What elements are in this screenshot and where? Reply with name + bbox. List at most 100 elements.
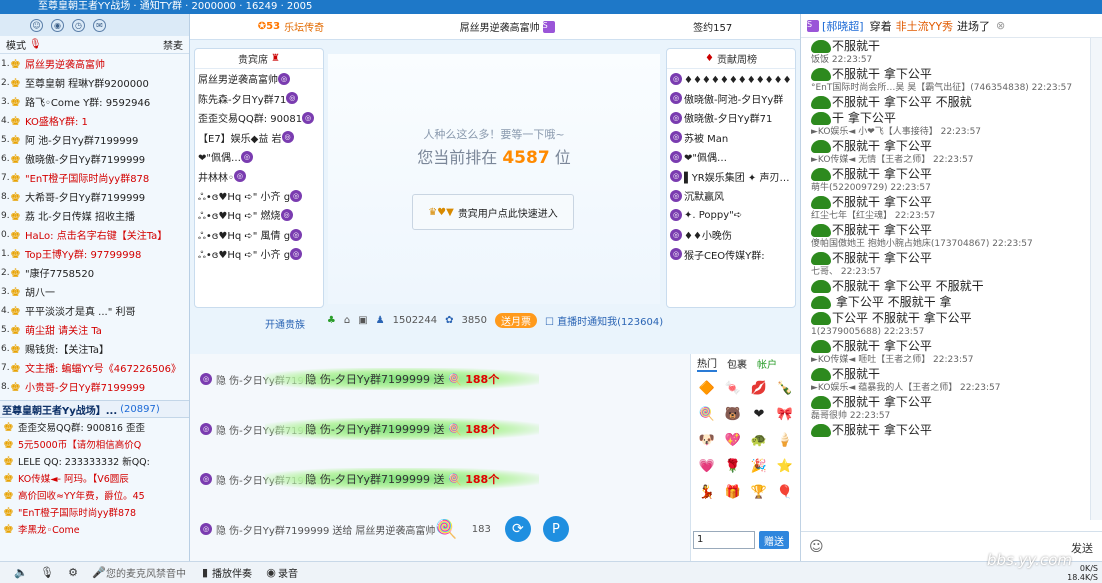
- gift-item-icon[interactable]: 🐻: [723, 404, 743, 424]
- gift-item-icon[interactable]: 🍦: [775, 430, 795, 450]
- vip-seat-row[interactable]: 井林林◦ ◎: [195, 167, 323, 187]
- channel-header[interactable]: 至尊皇朝王者Yy战场】... (20897): [0, 400, 189, 418]
- contribution-row[interactable]: ◎ ✦. Poppy"➪: [667, 206, 795, 226]
- queue-row[interactable]: 8. ♚ 小贵哥-夕日Yy群7199999: [0, 377, 189, 396]
- queue-row[interactable]: 9. ♚ 荔 北-夕日传媒 招收主播: [0, 206, 189, 225]
- vip-seat-row[interactable]: 【E7】娱乐◆益 岩 ◎: [195, 128, 323, 148]
- queue-row[interactable]: 8. ♚ 大希哥-夕日Yy群7199999: [0, 187, 189, 206]
- vip-seat-row[interactable]: ஃ•ɞ♥Hq ➪" 風倩 g ◎: [195, 225, 323, 245]
- queue-row[interactable]: 1. ♚ Top王博Yy群: 97799998: [0, 244, 189, 263]
- gift-item-icon[interactable]: 🎁: [723, 482, 743, 502]
- feed-user[interactable]: 隐 伤-夕日Yy群7199999: [216, 522, 329, 537]
- vip-seat-row[interactable]: ❤"佩偶… ◎: [195, 147, 323, 167]
- contribution-row[interactable]: ◎ ▌YR娱乐集团 ✦ 声刃…: [667, 167, 795, 187]
- contribution-row[interactable]: ◎ 傲晓傲-阿池-夕日Yy群: [667, 89, 795, 109]
- accompany-button[interactable]: ▮ 播放伴奏: [198, 565, 252, 580]
- chat-meta[interactable]: 红尘七年【红尘魂】 22:23:57: [811, 210, 1091, 222]
- chat-meta[interactable]: 1(2379005688) 22:23:57: [811, 326, 1091, 338]
- vip-seat-row[interactable]: ஃ•ɞ♥Hq ➪" 小齐 g ◎: [195, 245, 323, 265]
- live-notice-toggle[interactable]: ☐ 直播时通知我(123604): [545, 313, 663, 328]
- queue-row[interactable]: 6. ♚ 赐钱货:【关注Ta】: [0, 339, 189, 358]
- contribution-row[interactable]: ◎ 傲晓傲-夕日Yy群71: [667, 108, 795, 128]
- gift-quantity-select[interactable]: 1: [693, 531, 755, 549]
- gift-item-icon[interactable]: 🏆: [749, 482, 769, 502]
- queue-row[interactable]: 4. ♚ KO盛格Y群: 1: [0, 111, 189, 130]
- record-button[interactable]: ◉ 录音: [264, 565, 298, 580]
- enter-user[interactable]: [郝晓超]: [822, 18, 864, 34]
- home-icon[interactable]: ⌂: [344, 315, 350, 326]
- gift-item-icon[interactable]: 💗: [697, 456, 717, 476]
- clock-icon[interactable]: ◷: [72, 18, 85, 32]
- contribution-row[interactable]: ◎ 沉默赢风: [667, 186, 795, 206]
- mode-selector[interactable]: 模式 🎙: [6, 37, 42, 52]
- chat-meta[interactable]: ►KO娱乐◄ 小❤飞【人事接待】 22:23:57: [811, 126, 1091, 138]
- queue-row[interactable]: 7. ♚ 文主播: 蝙蝠YY号《467226506》: [0, 358, 189, 377]
- send-button[interactable]: 发送: [1071, 540, 1093, 556]
- gift-item-icon[interactable]: 🍾: [775, 378, 795, 398]
- gift-tab[interactable]: 热门: [697, 355, 717, 372]
- gift-item-icon[interactable]: 💖: [723, 430, 743, 450]
- chat-meta[interactable]: 磊哥很帅 22:23:57: [811, 410, 1091, 422]
- queue-row[interactable]: 7. ♚ "EnT橙子国际时尚yy群878: [0, 168, 189, 187]
- forum-name[interactable]: 乐坛传奇: [284, 19, 324, 34]
- chat-meta[interactable]: °EnT国际时尚会所…昊 昊【霸气出征】(746354838) 22:23:57: [811, 82, 1091, 94]
- chat-icon[interactable]: ✉: [93, 18, 106, 32]
- vip-seat-row[interactable]: 屌丝男逆袭高富帅 ◎: [195, 69, 323, 89]
- queue-row[interactable]: 2. ♚ "康仔7758520: [0, 263, 189, 282]
- mic-icon[interactable]: 🎙: [40, 566, 54, 580]
- monthly-ticket-button[interactable]: 送月票: [495, 312, 537, 328]
- gift-tab[interactable]: 包裹: [727, 356, 747, 371]
- gift-item-icon[interactable]: ❤: [749, 404, 769, 424]
- anchor-name[interactable]: 屌丝男逆袭高富帅 S: [460, 19, 558, 34]
- subchannel-row[interactable]: ♚ KO传媒◄- 阿玛。【V6圆辰: [0, 469, 189, 486]
- chat-meta[interactable]: 饭饭 22:23:57: [811, 54, 1091, 66]
- settings-icon[interactable]: ⚙: [66, 566, 80, 580]
- gift-item-icon[interactable]: 🎀: [775, 404, 795, 424]
- emoji-icon[interactable]: ☺: [809, 539, 824, 555]
- vip-seat-row[interactable]: ஃ•ɞ♥Hq ➪" 燃烧 ◎: [195, 206, 323, 226]
- contribution-row[interactable]: ◎♦♦♦♦♦♦♦♦♦♦♦♦♦…盛专义: [667, 69, 795, 89]
- gift-tab[interactable]: 帐户: [757, 356, 777, 371]
- vip-seat-row[interactable]: 陈先森-夕日Yy群71 ◎: [195, 89, 323, 109]
- share-icon[interactable]: ⟳: [504, 516, 531, 542]
- gift-item-icon[interactable]: 🐢: [749, 430, 769, 450]
- gift-item-icon[interactable]: 💋: [749, 378, 769, 398]
- queue-row[interactable]: 3. ♚ 路飞◦Come Y群: 9592946: [0, 92, 189, 111]
- queue-row[interactable]: 2. ♚ 至尊皇朝 程琳Y群9200000: [0, 73, 189, 92]
- close-icon[interactable]: ⊗: [996, 19, 1005, 32]
- vip-seat-row[interactable]: ஃ•ɞ♥Hq ➪" 小齐 g ◎: [195, 186, 323, 206]
- subchannel-row[interactable]: ♚ 歪歪交易QQ群: 900816 歪歪: [0, 418, 189, 435]
- subchannel-row[interactable]: ♚ 5元5000币【请勿相信高价Q: [0, 435, 189, 452]
- queue-row[interactable]: 0. ♚ HaLo: 点击名字右键【关注Ta】: [0, 225, 189, 244]
- vip-fast-entry-button[interactable]: ♛♥▼ 贵宾用户点此快速进入: [412, 194, 574, 230]
- gift-item-icon[interactable]: 🎈: [775, 482, 795, 502]
- queue-row[interactable]: 5. ♚ 萌尘甜 请关注 Ta: [0, 320, 189, 339]
- chat-meta[interactable]: ►KO传媒◄ 无情【王者之师】 22:23:57: [811, 154, 1091, 166]
- speaker-icon[interactable]: 🔈: [14, 566, 28, 580]
- contribution-row[interactable]: ◎ 猴子CEO传媒Y群:: [667, 245, 795, 265]
- gift-item-icon[interactable]: 🍭: [697, 404, 717, 424]
- contribution-row[interactable]: ◎ ❤"佩偶…: [667, 147, 795, 167]
- queue-row[interactable]: 6. ♚ 傲晓傲-夕日Yy群7199999: [0, 149, 189, 168]
- subchannel-row[interactable]: ♚ 高价回收≈YY年费，爵位。45: [0, 486, 189, 503]
- gift-item-icon[interactable]: 💃: [697, 482, 717, 502]
- gift-item-icon[interactable]: 🔶: [697, 378, 717, 398]
- gift-item-icon[interactable]: 🍬: [723, 378, 743, 398]
- queue-row[interactable]: 5. ♚ 阿 池-夕日Yy群7199999: [0, 130, 189, 149]
- queue-row[interactable]: 3. ♚ 胡八一: [0, 282, 189, 301]
- location-icon[interactable]: ◉: [51, 18, 64, 32]
- subchannel-row[interactable]: ♚ 李黑龙◦Come: [0, 520, 189, 537]
- ban-mic-button[interactable]: 禁麦: [163, 37, 183, 52]
- gift-item-icon[interactable]: 🎉: [749, 456, 769, 476]
- contribution-row[interactable]: ◎ 苏被 Man: [667, 128, 795, 148]
- user-icon[interactable]: ☺: [30, 18, 43, 32]
- chat-meta[interactable]: ►KO娱乐◄ 蕴暴我的人【王者之师】 22:23:57: [811, 382, 1091, 394]
- give-gift-button[interactable]: 赠送: [759, 531, 789, 549]
- chat-scrollbar[interactable]: [1090, 38, 1102, 520]
- subchannel-row[interactable]: ♚ LELE QQ: 233333332 新QQ:: [0, 452, 189, 469]
- chat-meta[interactable]: ►KO传媒◄ 咂吐【王者之师】 22:23:57: [811, 354, 1091, 366]
- subchannel-row[interactable]: ♚ "EnT橙子国际时尚yy群878: [0, 503, 189, 520]
- vip-seat-row[interactable]: 歪歪交易QQ群: 90081 ◎: [195, 108, 323, 128]
- chat-meta[interactable]: 傻帕国傲她王 抱她小腕占她床(173704867) 22:23:57: [811, 238, 1091, 250]
- gift-item-icon[interactable]: 🌹: [723, 456, 743, 476]
